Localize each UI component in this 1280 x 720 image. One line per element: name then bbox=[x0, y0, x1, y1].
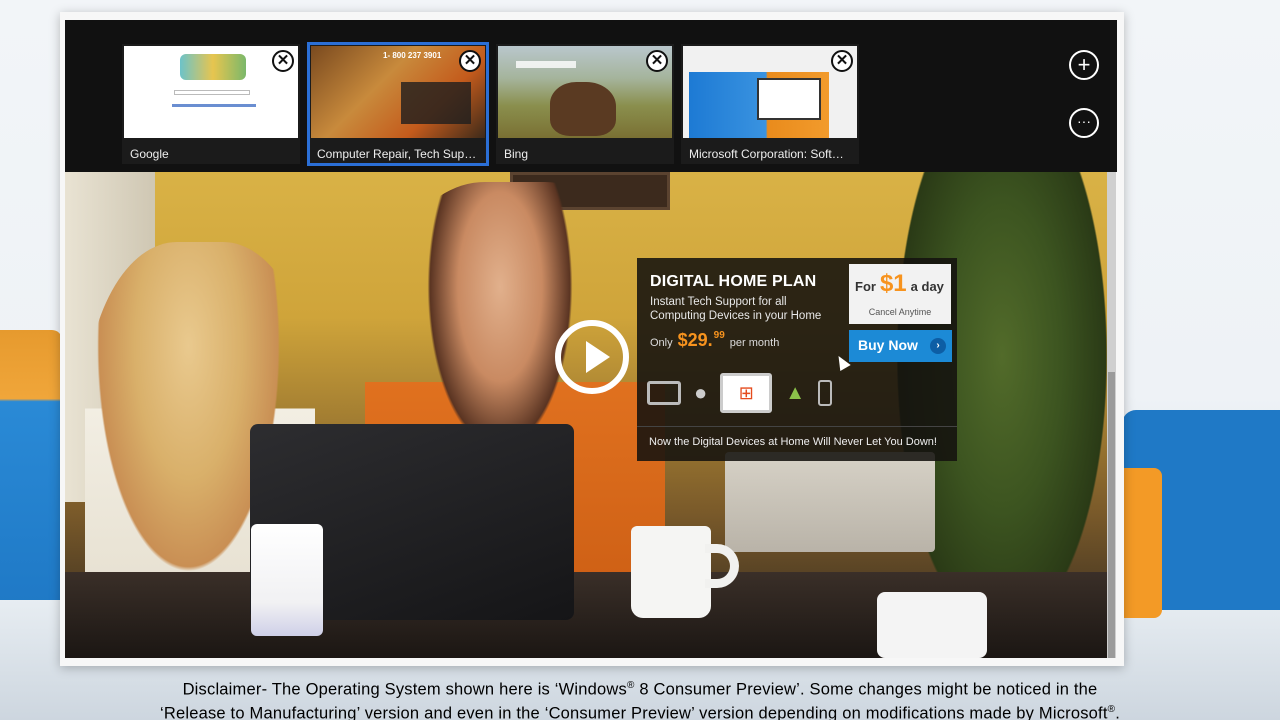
tab-label: Bing bbox=[504, 147, 529, 161]
per-day-box: For $1 a day Cancel Anytime bbox=[849, 264, 951, 324]
vertical-scrollbar[interactable] bbox=[1107, 172, 1116, 658]
play-video-button[interactable] bbox=[555, 320, 629, 394]
ad-subtitle: Instant Tech Support for all Computing D… bbox=[650, 296, 822, 322]
disclaimer-text: ‘Release to Manufacturing’ version and e… bbox=[159, 704, 1108, 720]
apple-icon: ● bbox=[694, 380, 708, 405]
sofa-right bbox=[1092, 410, 1280, 618]
chevron-right-icon: › bbox=[930, 338, 946, 354]
ad-title: DIGITAL HOME PLAN bbox=[650, 273, 817, 290]
close-icon[interactable]: ✕ bbox=[459, 50, 481, 72]
disclaimer-text: . bbox=[1115, 704, 1121, 720]
digital-home-plan-ad: DIGITAL HOME PLAN Instant Tech Support f… bbox=[637, 258, 957, 461]
per-day-suffix: a day bbox=[910, 279, 944, 294]
milk-glass bbox=[251, 524, 323, 636]
mini-ad-thumb bbox=[401, 82, 471, 124]
tab-bing[interactable]: ✕ Bing bbox=[496, 44, 674, 164]
tab-google[interactable]: ✕ Google bbox=[122, 44, 300, 164]
sofa-left bbox=[0, 330, 62, 605]
phone-icon bbox=[818, 380, 833, 406]
tab-computer-repair[interactable]: 1- 800 237 3901 ✕ Computer Repair, Tech … bbox=[307, 42, 489, 166]
disclaimer-line-2: ‘Release to Manufacturing’ version and e… bbox=[0, 700, 1280, 720]
per-day-line: For $1 a day bbox=[855, 270, 944, 298]
buy-now-button[interactable]: Buy Now › bbox=[849, 330, 952, 362]
per-day-for: For bbox=[855, 279, 876, 294]
price-amount: $29. bbox=[677, 330, 713, 350]
new-tab-button[interactable]: + bbox=[1069, 50, 1099, 80]
close-icon[interactable]: ✕ bbox=[272, 50, 294, 72]
disclaimer-line-1: Disclaimer- The Operating System shown h… bbox=[0, 676, 1280, 700]
close-icon[interactable]: ✕ bbox=[831, 50, 853, 72]
tab-app-bar: ✕ Google 1- 800 237 3901 ✕ Computer Repa… bbox=[65, 20, 1117, 172]
search-box-thumb bbox=[174, 90, 250, 95]
tab-label: Google bbox=[130, 147, 169, 161]
tab-microsoft[interactable]: ✕ Microsoft Corporation: Softwar... bbox=[681, 44, 859, 164]
scrollbar-thumb[interactable] bbox=[1108, 372, 1115, 658]
price-cents: 99 bbox=[713, 330, 725, 341]
printer bbox=[725, 452, 935, 552]
browser-window: ✕ Google 1- 800 237 3901 ✕ Computer Repa… bbox=[60, 12, 1124, 666]
cancel-anytime: Cancel Anytime bbox=[868, 307, 932, 317]
windows-laptop-icon: ⊞ bbox=[720, 373, 773, 413]
tablet-icon bbox=[647, 381, 681, 405]
phone-number: 1- 800 237 3901 bbox=[383, 51, 442, 60]
device-icons: ● ⊞ ▲ bbox=[647, 370, 947, 416]
tab-label: Microsoft Corporation: Softwar... bbox=[689, 147, 849, 161]
android-icon: ▲ bbox=[785, 381, 806, 404]
ad-price-row: Only $29. 99 per month bbox=[650, 330, 779, 351]
web-page-content: DIGITAL HOME PLAN Instant Tech Support f… bbox=[65, 172, 1107, 658]
tape-dispenser bbox=[877, 592, 987, 658]
price-prefix: Only bbox=[650, 337, 673, 349]
disclaimer-text: Disclaimer- The Operating System shown h… bbox=[182, 680, 627, 699]
registered-mark: ® bbox=[627, 680, 635, 691]
disclaimer-text: 8 Consumer Preview’. Some changes might … bbox=[634, 680, 1098, 699]
links-thumb bbox=[172, 104, 256, 107]
bear-image bbox=[550, 82, 616, 136]
per-day-price: $1 bbox=[879, 270, 907, 297]
screen-thumb bbox=[757, 78, 821, 120]
search-box-thumb bbox=[516, 61, 576, 68]
tab-label: Computer Repair, Tech Suppor... bbox=[317, 147, 477, 161]
ad-footer: Now the Digital Devices at Home Will Nev… bbox=[637, 426, 957, 461]
disclaimer: Disclaimer- The Operating System shown h… bbox=[0, 676, 1280, 720]
more-options-button[interactable]: ··· bbox=[1069, 108, 1099, 138]
close-icon[interactable]: ✕ bbox=[646, 50, 668, 72]
buy-now-label: Buy Now bbox=[858, 337, 918, 353]
coffee-mug bbox=[631, 526, 711, 618]
doodle-image bbox=[180, 54, 246, 80]
price-suffix: per month bbox=[729, 337, 780, 349]
